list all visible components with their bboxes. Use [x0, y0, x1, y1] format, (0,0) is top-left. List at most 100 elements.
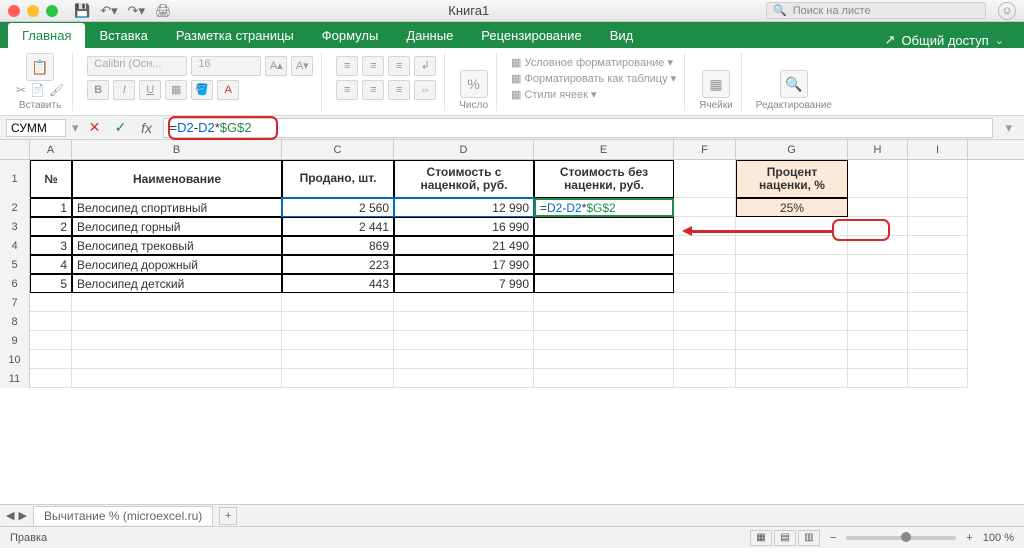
align-center-icon[interactable]: ≡ [362, 80, 384, 100]
cell[interactable] [736, 255, 848, 274]
zoom-slider[interactable] [846, 536, 956, 540]
format-painter-icon[interactable]: 🖌 [49, 83, 64, 97]
table-header[interactable]: Стоимость без наценки, руб. [534, 160, 674, 198]
cell[interactable] [534, 274, 674, 293]
font-size-select[interactable]: 16 [191, 56, 261, 76]
col-header[interactable]: G [736, 140, 848, 159]
cell[interactable]: 443 [282, 274, 394, 293]
cell[interactable]: 2 560 [282, 198, 394, 217]
table-header[interactable]: Наименование [72, 160, 282, 198]
cell[interactable]: 3 [30, 236, 72, 255]
row-header[interactable]: 10 [0, 350, 30, 369]
cell[interactable]: 7 990 [394, 274, 534, 293]
row-header[interactable]: 11 [0, 369, 30, 388]
formula-expand-icon[interactable]: ▾ [999, 120, 1018, 136]
cell[interactable] [674, 255, 736, 274]
feedback-icon[interactable]: ☺ [998, 2, 1016, 20]
cell-styles-button[interactable]: ▦ Стили ячеек ▾ [511, 88, 676, 101]
col-header[interactable]: H [848, 140, 908, 159]
table-header[interactable]: Продано, шт. [282, 160, 394, 198]
tab-insert[interactable]: Вставка [85, 23, 161, 48]
align-mid-icon[interactable]: ≡ [362, 56, 384, 76]
col-header[interactable]: E [534, 140, 674, 159]
tab-review[interactable]: Рецензирование [467, 23, 595, 48]
col-header[interactable]: F [674, 140, 736, 159]
copy-icon[interactable]: 📄 [30, 83, 45, 97]
row-header[interactable]: 7 [0, 293, 30, 312]
cell[interactable] [848, 236, 908, 255]
name-box[interactable] [6, 119, 66, 137]
active-edit-cell[interactable]: =D2-D2*$G$2 [534, 198, 674, 217]
format-as-table-button[interactable]: ▦ Форматировать как таблицу ▾ [511, 72, 676, 85]
zoom-out-button[interactable]: − [830, 532, 836, 544]
cell[interactable]: Велосипед дорожный [72, 255, 282, 274]
align-left-icon[interactable]: ≡ [336, 80, 358, 100]
decrease-font-icon[interactable]: A▾ [291, 56, 313, 76]
cell[interactable]: 12 990 [394, 198, 534, 217]
sheet-tab[interactable]: Вычитание % (microexcel.ru) [33, 506, 213, 525]
share-button[interactable]: ↗ Общий доступ ⌄ [885, 32, 1024, 48]
redo-icon[interactable]: ↷▾ [128, 3, 145, 19]
cell[interactable] [908, 198, 968, 217]
cell[interactable] [908, 217, 968, 236]
col-header[interactable]: C [282, 140, 394, 159]
cell[interactable] [674, 160, 736, 198]
fx-icon[interactable]: fx [137, 120, 157, 136]
markup-value-cell[interactable]: 25% [736, 198, 848, 217]
cell[interactable]: 869 [282, 236, 394, 255]
align-right-icon[interactable]: ≡ [388, 80, 410, 100]
merge-icon[interactable]: ⇔ [414, 80, 436, 100]
cell[interactable] [848, 255, 908, 274]
tab-nav-first-icon[interactable]: ◀ [6, 509, 14, 522]
bold-button[interactable]: B [87, 80, 109, 100]
cell[interactable]: 1 [30, 198, 72, 217]
cell[interactable] [736, 217, 848, 236]
cell[interactable] [848, 198, 908, 217]
cell[interactable]: 16 990 [394, 217, 534, 236]
col-header[interactable]: D [394, 140, 534, 159]
paste-group[interactable]: 📋 ✂ 📄 🖌 Вставить [8, 52, 73, 111]
cell[interactable] [908, 255, 968, 274]
cell[interactable] [848, 274, 908, 293]
formula-input[interactable]: =D2-D2*$G$2 [163, 118, 994, 138]
maximize-icon[interactable] [46, 5, 58, 17]
align-bot-icon[interactable]: ≡ [388, 56, 410, 76]
col-header[interactable]: I [908, 140, 968, 159]
row-header[interactable]: 6 [0, 274, 30, 293]
namebox-dropdown-icon[interactable]: ▾ [72, 120, 79, 136]
font-name-select[interactable]: Calibri (Осн... [87, 56, 187, 76]
cell[interactable]: 21 490 [394, 236, 534, 255]
cell[interactable] [674, 198, 736, 217]
cell[interactable] [908, 274, 968, 293]
save-icon[interactable]: 💾 [74, 3, 90, 19]
fill-color-button[interactable]: 🪣 [191, 80, 213, 100]
cell[interactable] [908, 236, 968, 255]
cell[interactable]: 17 990 [394, 255, 534, 274]
cut-icon[interactable]: ✂ [16, 83, 26, 97]
cell[interactable]: Велосипед детский [72, 274, 282, 293]
tab-nav-last-icon[interactable]: ▶ [18, 509, 26, 522]
page-break-icon[interactable]: ▥ [798, 530, 820, 546]
undo-icon[interactable]: ↶▾ [100, 3, 117, 19]
tab-data[interactable]: Данные [392, 23, 467, 48]
add-sheet-button[interactable]: + [219, 507, 237, 525]
increase-font-icon[interactable]: A▴ [265, 56, 287, 76]
cell[interactable]: 5 [30, 274, 72, 293]
cell[interactable]: Велосипед спортивный [72, 198, 282, 217]
row-header[interactable]: 3 [0, 217, 30, 236]
border-button[interactable]: ▦ [165, 80, 187, 100]
cell[interactable]: Велосипед трековый [72, 236, 282, 255]
cell[interactable]: 2 441 [282, 217, 394, 236]
select-all-corner[interactable] [0, 140, 30, 159]
cell[interactable] [674, 274, 736, 293]
table-header[interactable]: № [30, 160, 72, 198]
close-icon[interactable] [8, 5, 20, 17]
font-color-button[interactable]: A [217, 80, 239, 100]
spreadsheet-grid[interactable]: A B C D E F G H I 1 № Наименование Прода… [0, 140, 1024, 504]
col-header[interactable]: B [72, 140, 282, 159]
normal-view-icon[interactable]: ▦ [750, 530, 772, 546]
wrap-text-icon[interactable]: ↲ [414, 56, 436, 76]
zoom-in-button[interactable]: + [966, 532, 972, 544]
row-header[interactable]: 9 [0, 331, 30, 350]
tab-view[interactable]: Вид [596, 23, 648, 48]
